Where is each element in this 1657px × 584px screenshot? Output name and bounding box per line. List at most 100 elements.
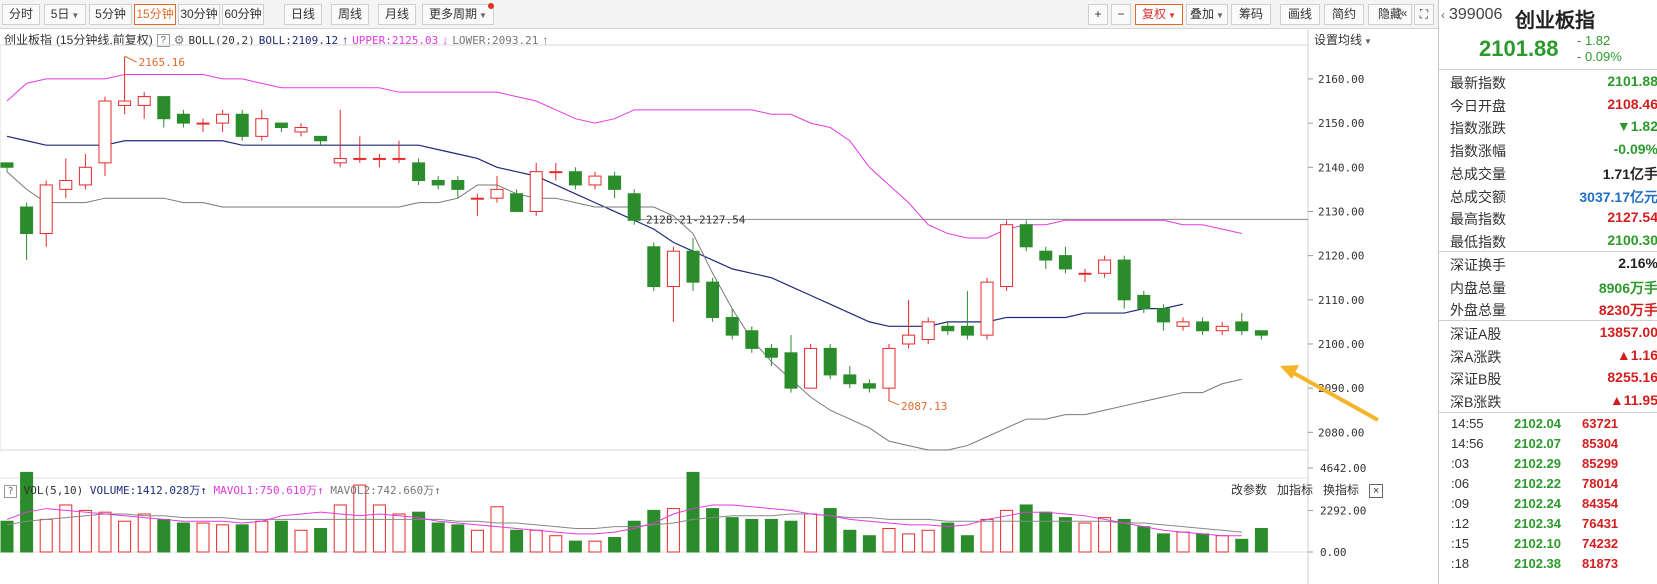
volume-bar: [764, 518, 778, 553]
candle-body: [1058, 255, 1072, 270]
tick-row: 14:55 2102.04 63721: [1439, 414, 1657, 434]
mavol2-value: MAVOL2:742.660万: [330, 484, 435, 497]
tick-volume: 76431: [1582, 516, 1619, 531]
high-marker: [124, 55, 137, 63]
stat-label: 深证B股: [1450, 371, 1502, 388]
candle-body: [510, 193, 524, 212]
tick-time: :18: [1451, 556, 1470, 571]
candle-body: [843, 374, 857, 385]
low-marker: [888, 400, 900, 406]
stat-label: 深证换手: [1450, 257, 1506, 273]
volume-bar: [314, 527, 328, 553]
change-value: - 1.82: [1577, 33, 1611, 48]
stat-value: ▲1.16: [1616, 346, 1657, 363]
candle-body: [372, 157, 386, 160]
volume-value: VOLUME:1412.028万: [89, 484, 201, 497]
collapse-panel-icon[interactable]: ‹: [1441, 8, 1445, 22]
candle-body: [59, 180, 73, 190]
candle-body: [1254, 330, 1268, 336]
stat-label: 外盘总量: [1450, 302, 1506, 319]
change-params-button[interactable]: 改参数: [1231, 483, 1267, 497]
candle-body: [490, 188, 504, 199]
close-icon[interactable]: ×: [1369, 484, 1384, 498]
stat-row: 总成交量 1.71亿手: [1439, 161, 1657, 185]
volume-bar: [1215, 535, 1229, 553]
candle-body: [745, 330, 759, 349]
volume-bar: [980, 518, 994, 553]
volume-bar: [921, 529, 935, 553]
candle-body: [608, 175, 622, 190]
volume-bar: [0, 520, 14, 553]
stat-value: 13857.00: [1599, 324, 1657, 340]
candle-body: [1215, 325, 1229, 332]
stat-value: 2.16%: [1618, 255, 1657, 271]
stat-row: 最新指数 2101.88: [1439, 70, 1657, 94]
add-indicator-button[interactable]: 加指标: [1277, 483, 1313, 497]
candle-body: [1137, 294, 1151, 310]
stat-value: 8230万手: [1598, 302, 1657, 319]
candle-body: [235, 113, 249, 137]
quote-panel: ‹ 399006 创业板指 2101.88 - 1.82 - 0.09% 最新指…: [1438, 0, 1657, 584]
volume-bar: [529, 529, 543, 553]
stat-value: 1.71亿手: [1602, 165, 1657, 182]
help-icon[interactable]: ?: [4, 484, 17, 498]
stat-row: 最低指数 2100.30: [1439, 229, 1657, 253]
price-tick-label: 2110.00: [1318, 294, 1364, 307]
candle-body: [78, 166, 92, 186]
volume-bar: [98, 511, 112, 553]
switch-indicator-button[interactable]: 换指标: [1323, 483, 1359, 497]
collapse-icon[interactable]: «: [1396, 4, 1412, 25]
volume-bar: [608, 537, 622, 553]
stat-label: 总成交量: [1450, 165, 1506, 182]
volume-bar: [490, 506, 504, 553]
tick-row: :18 2102.38 81873: [1439, 554, 1657, 574]
stat-value: 8255.16: [1607, 369, 1657, 386]
stat-value: 2101.88: [1607, 73, 1657, 89]
tick-row: :03 2102.29 85299: [1439, 454, 1657, 474]
candle-body: [157, 96, 171, 120]
candle-body: [1098, 259, 1112, 274]
volume-bar: [59, 504, 73, 553]
candle-body: [1039, 250, 1053, 261]
price-tick-label: 2080.00: [1318, 426, 1364, 439]
candle-body: [353, 157, 367, 160]
stat-row: 今日开盘 2108.46: [1439, 93, 1657, 117]
candle-body: [568, 171, 582, 186]
stat-row: 外盘总量 8230万手: [1439, 297, 1657, 321]
stat-label: 今日开盘: [1450, 97, 1506, 114]
candle-body: [392, 157, 406, 160]
stat-value: 2100.30: [1607, 231, 1657, 248]
volume-info-line: ? VOL(5,10) VOLUME:1412.028万↑ MAVOL1:750…: [4, 482, 441, 498]
volume-bar: [666, 508, 680, 553]
tick-time: :12: [1451, 516, 1470, 531]
index-title: 创业板指: [1515, 10, 1595, 32]
candle-body: [1235, 321, 1249, 332]
candle-body: [666, 250, 680, 288]
volume-actions: 改参数 加指标 换指标 ×: [1231, 481, 1393, 498]
stat-label: 最新指数: [1450, 75, 1506, 91]
volume-bar: [510, 529, 524, 553]
candle-body: [1196, 321, 1210, 332]
tick-volume: 78014: [1582, 476, 1619, 491]
candle-body: [764, 347, 778, 358]
stat-row: 最高指数 2127.54: [1439, 206, 1657, 230]
volume-bar: [745, 518, 759, 553]
candle-body: [706, 281, 720, 318]
tick-row: 14:56 2102.07 85304: [1439, 434, 1657, 454]
candle-body: [647, 246, 661, 288]
candle-body: [314, 135, 328, 142]
stat-value: -0.09%: [1613, 141, 1657, 158]
volume-bar: [137, 513, 151, 553]
volume-bar: [274, 520, 288, 553]
tick-price: 2102.24: [1514, 496, 1561, 511]
fullscreen-icon[interactable]: ⛶: [1414, 4, 1434, 25]
arrow-up-icon: ↑: [317, 484, 324, 497]
stat-value: 3037.17亿元: [1579, 188, 1657, 205]
price-tick-label: 2120.00: [1318, 250, 1364, 263]
volume-bar: [1196, 533, 1210, 553]
candle-body: [39, 184, 53, 235]
stat-label: 最低指数: [1450, 233, 1506, 250]
candle-body: [960, 325, 974, 336]
tick-price: 2102.38: [1514, 556, 1561, 571]
low-label: 2087.13: [901, 400, 947, 413]
